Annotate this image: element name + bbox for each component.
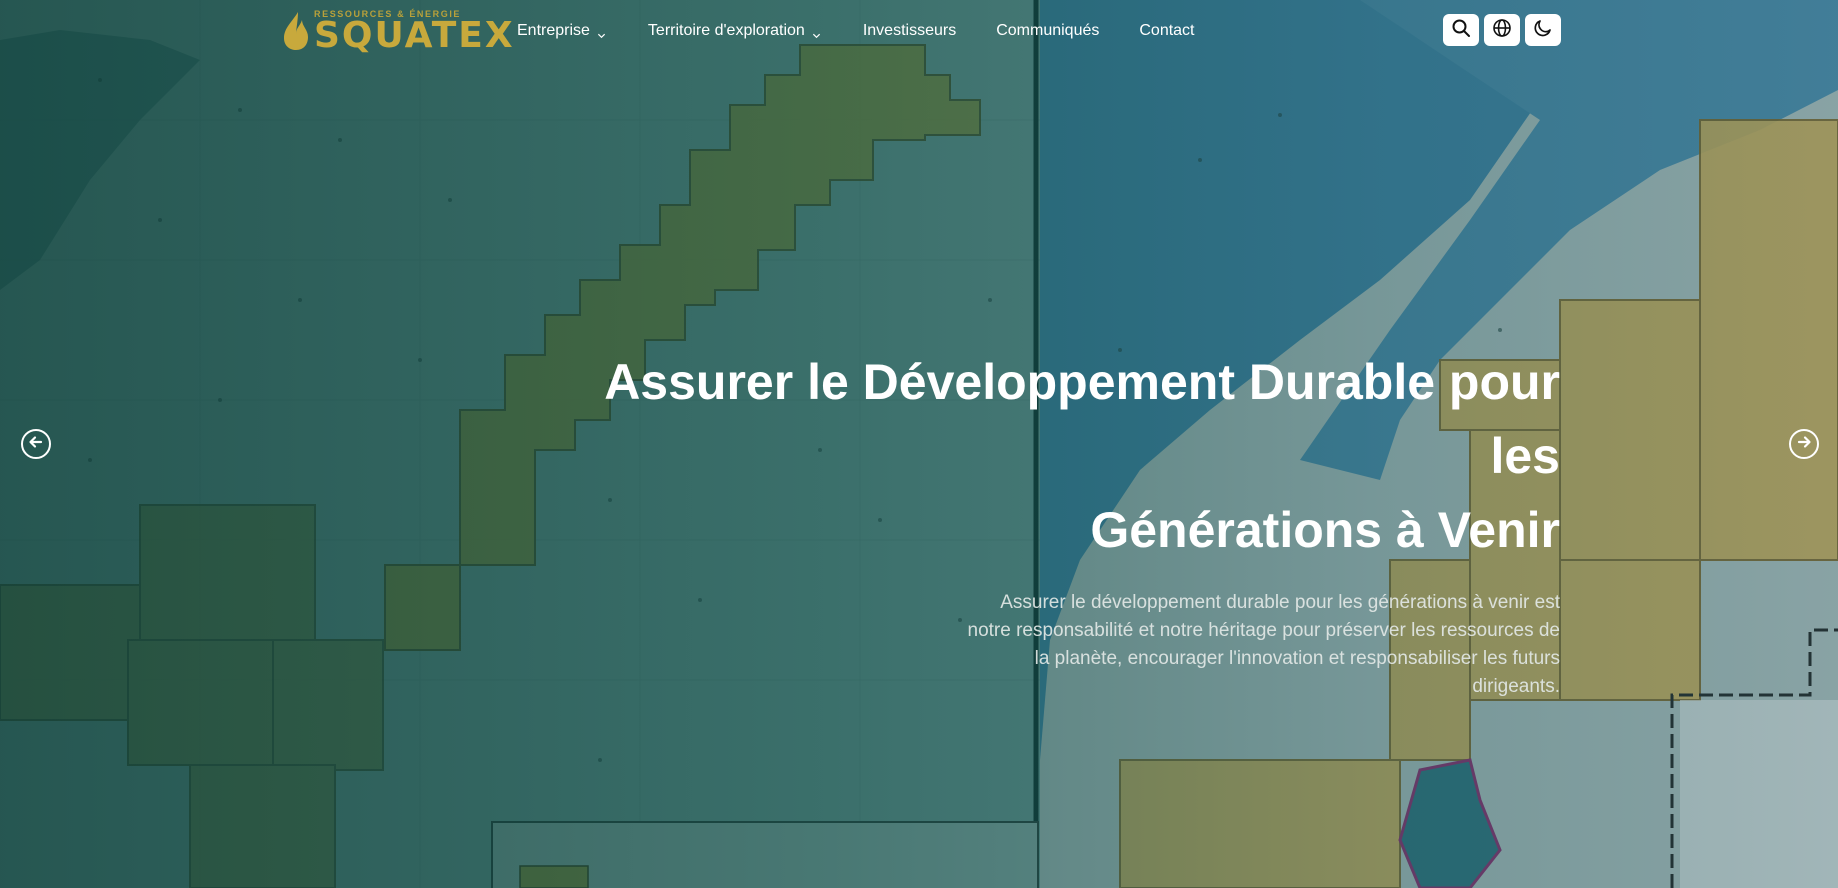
nav-item-label: Contact — [1139, 22, 1195, 39]
site-logo[interactable]: RESSOURCES & ÉNERGIE SQUATEX — [278, 9, 513, 54]
search-button[interactable] — [1443, 14, 1479, 46]
nav-item-communiques[interactable]: Communiqués — [996, 22, 1099, 40]
nav-item-entreprise[interactable]: Entreprise — [517, 22, 606, 40]
hero-slider: RESSOURCES & ÉNERGIE SQUATEX Entreprise … — [0, 0, 1838, 888]
site-header: RESSOURCES & ÉNERGIE SQUATEX Entreprise … — [0, 0, 1838, 62]
nav-item-label: Communiqués — [996, 22, 1100, 39]
nav-item-territoire[interactable]: Territoire d'exploration — [648, 22, 821, 40]
arrow-left-icon — [27, 433, 45, 456]
search-icon — [1451, 18, 1471, 43]
hero-content: Assurer le Développement Durable pour le… — [560, 345, 1560, 701]
nav-item-investisseurs[interactable]: Investisseurs — [863, 22, 956, 40]
hero-title: Assurer le Développement Durable pour le… — [560, 345, 1560, 567]
nav-item-label: Territoire d'exploration — [647, 22, 805, 39]
slider-next-button[interactable] — [1789, 429, 1819, 459]
hero-title-line-2: Générations à Venir — [1090, 502, 1560, 558]
nav-item-label: Entreprise — [517, 22, 590, 39]
hero-subtitle: Assurer le développement durable pour le… — [967, 592, 1561, 697]
moon-icon — [1533, 18, 1553, 43]
language-button[interactable] — [1484, 14, 1520, 46]
main-nav: Entreprise Territoire d'exploration Inve… — [517, 0, 1195, 62]
chevron-down-icon — [597, 27, 606, 38]
arrow-right-icon — [1795, 433, 1813, 456]
nav-item-contact[interactable]: Contact — [1139, 22, 1194, 40]
logo-flame-icon — [278, 10, 312, 52]
logo-text: RESSOURCES & ÉNERGIE SQUATEX — [314, 9, 515, 56]
globe-icon — [1492, 18, 1512, 43]
header-tools — [1443, 14, 1561, 46]
theme-toggle-button[interactable] — [1525, 14, 1561, 46]
nav-item-label: Investisseurs — [862, 22, 957, 39]
hero-title-line-1: Assurer le Développement Durable pour le… — [604, 354, 1560, 484]
logo-wordmark: SQUATEX — [314, 15, 515, 56]
chevron-down-icon — [812, 27, 821, 38]
slider-prev-button[interactable] — [21, 429, 51, 459]
